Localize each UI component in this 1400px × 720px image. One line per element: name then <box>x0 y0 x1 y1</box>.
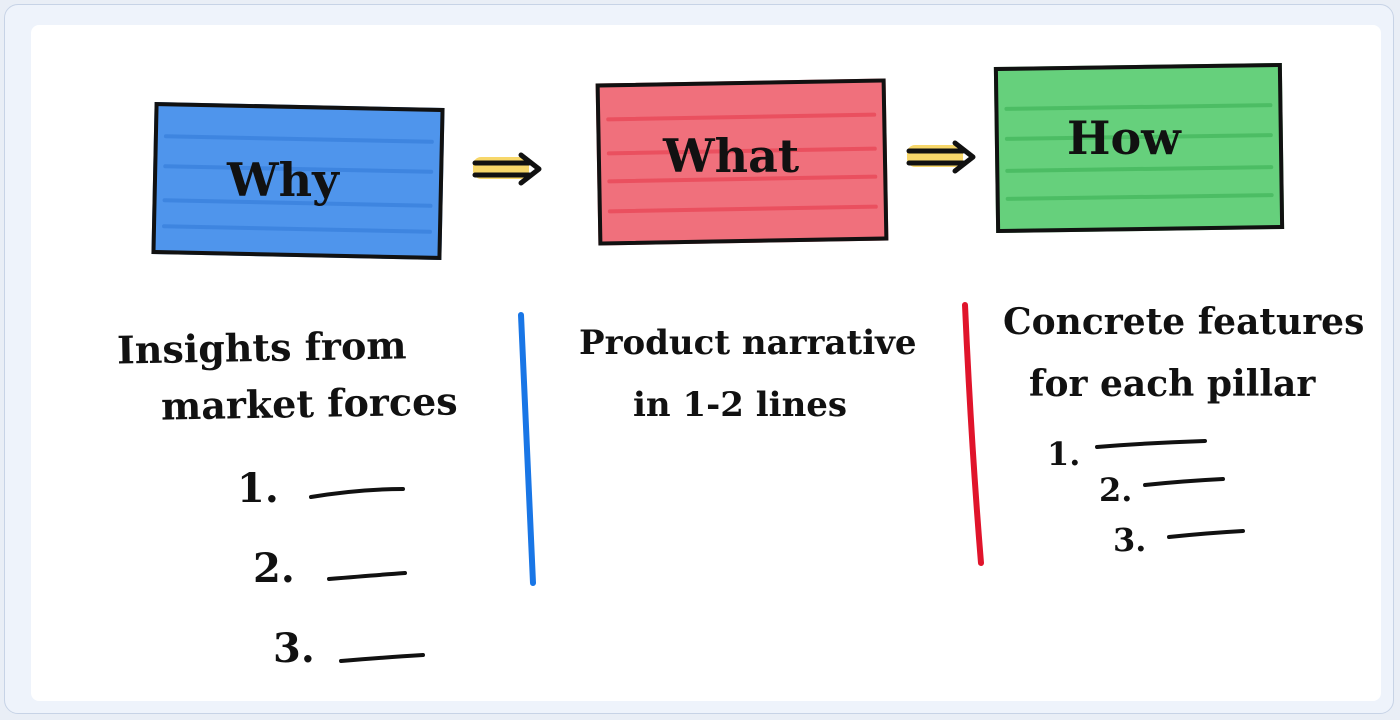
divider-line-blue <box>518 312 536 586</box>
window-frame: Why What How Insights from market forces… <box>4 4 1394 714</box>
how-description-line2: for each pillar <box>1029 363 1316 405</box>
how-box-label: How <box>1067 111 1181 165</box>
what-box-label: What <box>663 129 800 183</box>
what-description-line2: in 1-2 lines <box>633 385 848 425</box>
how-list-item-number: 2. <box>1099 471 1133 509</box>
why-list-item-number: 2. <box>253 545 295 592</box>
why-list-item-blank <box>309 487 405 499</box>
what-description-line1: Product narrative <box>579 323 917 363</box>
why-description-line2: market forces <box>160 378 458 429</box>
how-list-item-blank <box>1095 439 1207 449</box>
why-list-item-number: 3. <box>273 625 315 672</box>
why-list-item-blank <box>327 571 407 581</box>
why-list-item-number: 1. <box>237 465 279 512</box>
how-list-item-blank <box>1167 529 1245 539</box>
divider-line-red <box>962 302 984 566</box>
how-description-line1: Concrete features <box>1003 301 1365 343</box>
how-list-item-number: 1. <box>1047 435 1081 473</box>
arrow-right-icon <box>472 152 542 186</box>
arrow-right-icon <box>906 140 976 174</box>
how-list-item-number: 3. <box>1113 521 1147 559</box>
how-list-item-blank <box>1143 477 1225 487</box>
why-list-item-blank <box>339 653 425 663</box>
why-description-line1: Insights from <box>116 322 407 373</box>
why-box-label: Why <box>227 153 339 207</box>
whiteboard-canvas: Why What How Insights from market forces… <box>31 25 1381 701</box>
